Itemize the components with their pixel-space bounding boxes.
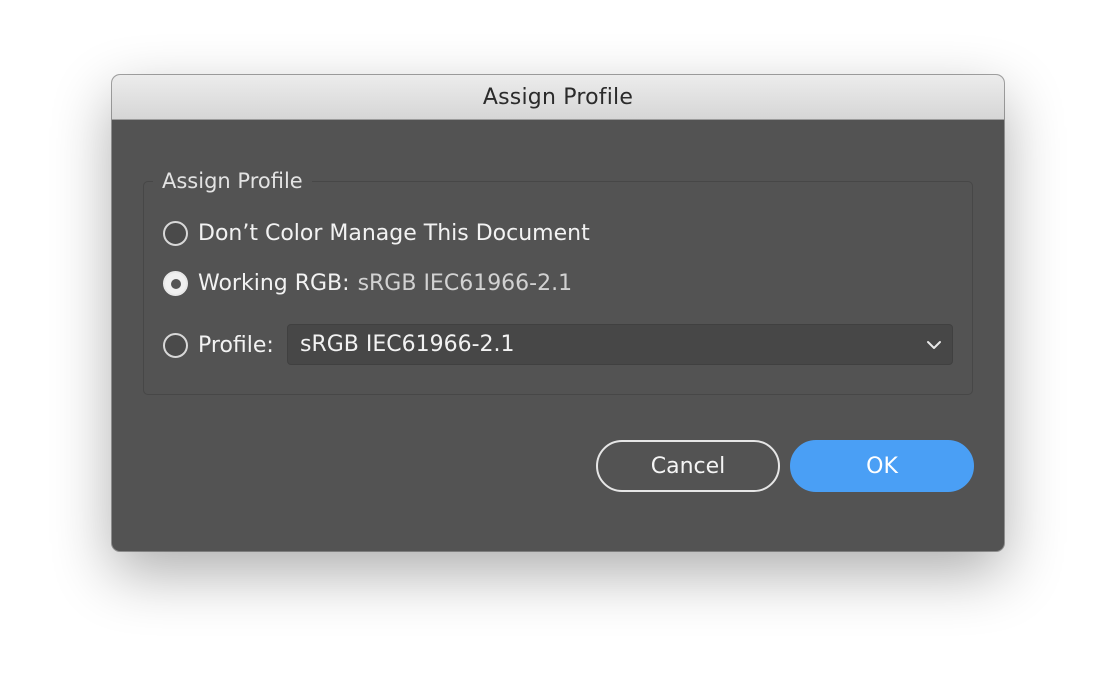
profile-select[interactable]: sRGB IEC61966-2.1 [287,324,953,365]
assign-profile-dialog: Assign Profile Assign Profile Don’t Colo… [112,75,1004,551]
dialog-title: Assign Profile [482,84,634,110]
option-profile[interactable]: Profile: [163,333,274,358]
radio-dont-color-manage[interactable] [163,221,188,246]
option-working-rgb[interactable]: Working RGB: sRGB IEC61966-2.1 [163,271,572,296]
title-bar[interactable]: Assign Profile [112,75,1004,120]
profile-select-value: sRGB IEC61966-2.1 [300,332,515,357]
group-legend: Assign Profile [153,169,312,193]
cancel-button[interactable]: Cancel [596,440,780,492]
working-rgb-value: sRGB IEC61966-2.1 [357,271,573,296]
option-working-rgb-label: Working RGB: [198,271,350,296]
radio-profile[interactable] [163,333,188,358]
option-profile-label: Profile: [198,333,274,358]
option-dont-color-manage[interactable]: Don’t Color Manage This Document [163,221,590,246]
option-dont-color-manage-label: Don’t Color Manage This Document [198,221,590,246]
chevron-down-icon [927,340,941,349]
radio-selected-dot [170,278,181,289]
ok-button[interactable]: OK [790,440,974,492]
radio-working-rgb[interactable] [163,271,188,296]
